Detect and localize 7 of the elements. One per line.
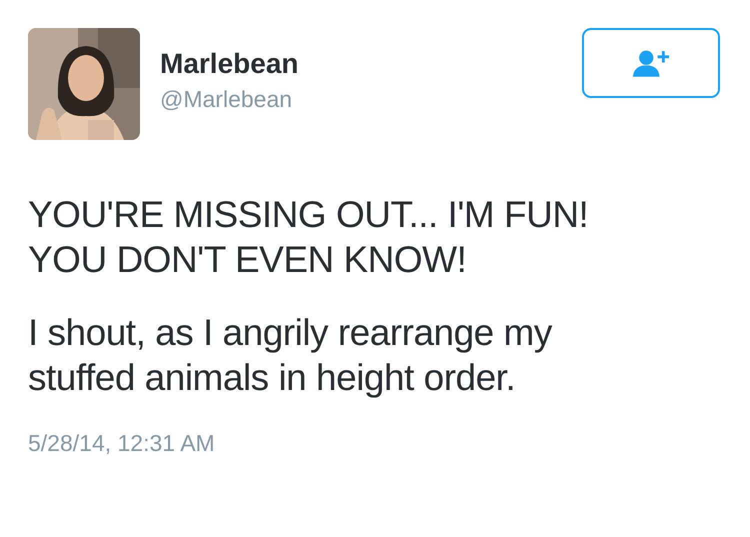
- add-person-icon: [632, 48, 670, 78]
- follow-button[interactable]: [582, 28, 720, 98]
- user-name: Marlebean: [160, 47, 298, 81]
- user-handle: @Marlebean: [160, 85, 294, 114]
- tweet-text: YOU'RE MISSING OUT... I'M FUN! YOU DON'T EVEN KNOW!: [28, 193, 590, 282]
- tweet-text: I shout, as I angrily rearrange my stuffed animals in height order.: [28, 311, 554, 400]
- tweet-timestamp: 5/28/14, 12:31 AM: [28, 430, 216, 457]
